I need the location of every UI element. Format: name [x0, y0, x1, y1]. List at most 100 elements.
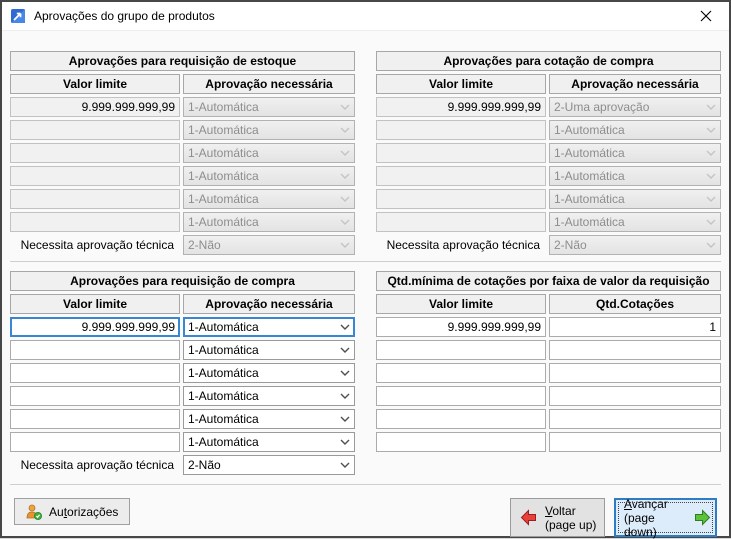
panel-title: Aprovações para cotação de compra — [376, 51, 721, 71]
chevron-down-icon — [340, 219, 350, 225]
panel-qtd-cotacoes: Qtd.mínima de cotações por faixa de valo… — [376, 271, 721, 475]
valor-limite-input[interactable] — [376, 432, 546, 452]
valor-limite-input[interactable] — [376, 363, 546, 383]
avancar-button[interactable]: Avançar (page down) — [614, 498, 717, 537]
panel-title: Aprovações para requisição de compra — [10, 271, 355, 291]
combo-value: 1-Automática — [554, 192, 706, 206]
valor-limite-input[interactable] — [10, 409, 180, 429]
voltar-button[interactable]: Voltar (page up) — [510, 498, 605, 537]
table-row: 1-Automática — [10, 212, 355, 232]
chevron-down-icon — [706, 150, 716, 156]
valor-limite-input — [10, 120, 180, 140]
panel-aprovacoes-compra: Aprovações para requisição de compra Val… — [10, 271, 355, 475]
chevron-down-icon — [706, 104, 716, 110]
col-header-valor-limite: Valor limite — [376, 74, 546, 94]
qtd-cotacoes-input[interactable] — [549, 317, 721, 337]
aprovacao-necessaria-select: 1-Automática — [183, 212, 355, 232]
table-row: 1-Automática — [10, 143, 355, 163]
autorizacoes-label: Autorizações — [49, 505, 118, 519]
combo-value: 1-Automática — [554, 169, 706, 183]
col-header-aprovacao: Aprovação necessária — [183, 74, 355, 94]
valor-limite-input — [376, 143, 546, 163]
table-row: 1-Automática — [10, 340, 355, 360]
combo-value: 1-Automática — [188, 215, 340, 229]
qtd-cotacoes-input[interactable] — [549, 340, 721, 360]
table-row: 1-Automática — [376, 189, 721, 209]
valor-limite-input[interactable] — [376, 317, 546, 337]
valor-limite-input — [376, 166, 546, 186]
title-bar: Aprovações do grupo de produtos — [2, 2, 729, 31]
arrow-right-icon — [694, 509, 711, 526]
aprovacao-necessaria-select: 1-Automática — [183, 166, 355, 186]
combo-value: 2-Não — [554, 238, 706, 252]
close-button[interactable] — [683, 2, 729, 30]
chevron-down-icon — [340, 439, 350, 445]
aprovacao-necessaria-select[interactable]: 1-Automática — [183, 363, 355, 383]
table-row: 1-Automática — [10, 317, 355, 337]
chevron-down-icon — [340, 324, 350, 330]
dialog-content: Aprovações para requisição de estoque Va… — [2, 31, 729, 537]
column-headers: Valor limite Qtd.Cotações — [376, 294, 721, 314]
valor-limite-input[interactable] — [10, 432, 180, 452]
footer-bar: Autorizações Voltar (page up) Avançar (p… — [10, 485, 721, 537]
col-header-aprovacao: Aprovação necessária — [549, 74, 721, 94]
table-row — [376, 409, 721, 429]
aprovacao-necessaria-select[interactable]: 1-Automática — [183, 409, 355, 429]
valor-limite-input[interactable] — [376, 386, 546, 406]
combo-value: 1-Automática — [188, 343, 340, 357]
combo-value: 1-Automática — [188, 412, 340, 426]
combo-value: 2-Não — [188, 238, 340, 252]
valor-limite-input — [10, 212, 180, 232]
qtd-cotacoes-input[interactable] — [549, 386, 721, 406]
chevron-down-icon — [706, 196, 716, 202]
qtd-cotacoes-input[interactable] — [549, 432, 721, 452]
combo-value: 1-Automática — [188, 123, 340, 137]
combo-value: 1-Automática — [188, 192, 340, 206]
aprovacao-necessaria-select: 1-Automática — [183, 189, 355, 209]
chevron-down-icon — [706, 219, 716, 225]
window-title: Aprovações do grupo de produtos — [34, 9, 215, 23]
bottom-panels-row: Aprovações para requisição de compra Val… — [10, 271, 721, 475]
column-headers: Valor limite Aprovação necessária — [10, 294, 355, 314]
qtd-cotacoes-input[interactable] — [549, 363, 721, 383]
table-row — [376, 363, 721, 383]
combo-value: 1-Automática — [188, 320, 340, 334]
valor-limite-input[interactable] — [10, 317, 180, 337]
tech-approval-select: 2-Não — [183, 235, 355, 255]
valor-limite-input[interactable] — [10, 386, 180, 406]
valor-limite-input[interactable] — [376, 409, 546, 429]
autorizacoes-button[interactable]: Autorizações — [14, 498, 130, 525]
aprovacao-necessaria-select: 1-Automática — [549, 143, 721, 163]
aprovacao-necessaria-select[interactable]: 1-Automática — [183, 340, 355, 360]
chevron-down-icon — [340, 150, 350, 156]
panel-aprovacoes-cotacao: Aprovações para cotação de compra Valor … — [376, 51, 721, 255]
table-row: 1-Automática — [10, 363, 355, 383]
table-row: 1-Automática — [10, 409, 355, 429]
tech-approval-label: Necessita aprovação técnica — [10, 235, 180, 255]
combo-value: 1-Automática — [554, 215, 706, 229]
aprovacao-necessaria-select: 1-Automática — [549, 189, 721, 209]
valor-limite-input[interactable] — [376, 340, 546, 360]
tech-approval-row: Necessita aprovação técnica 2-Não — [10, 455, 355, 475]
aprovacao-necessaria-select[interactable]: 1-Automática — [183, 432, 355, 452]
col-header-qtd-cotacoes: Qtd.Cotações — [549, 294, 721, 314]
top-panels-row: Aprovações para requisição de estoque Va… — [10, 51, 721, 255]
valor-limite-input — [10, 189, 180, 209]
dialog-window: Aprovações do grupo de produtos Aprovaçõ… — [0, 0, 731, 538]
aprovacao-necessaria-select[interactable]: 1-Automática — [183, 386, 355, 406]
valor-limite-input — [376, 189, 546, 209]
chevron-down-icon — [340, 347, 350, 353]
aprovacao-necessaria-select: 2-Uma aprovação — [549, 97, 721, 117]
tech-approval-select[interactable]: 2-Não — [183, 455, 355, 475]
valor-limite-input[interactable] — [10, 340, 180, 360]
qtd-cotacoes-input[interactable] — [549, 409, 721, 429]
valor-limite-input — [10, 143, 180, 163]
voltar-label: Voltar (page up) — [545, 504, 596, 532]
aprovacao-necessaria-select[interactable]: 1-Automática — [183, 317, 355, 337]
chevron-down-icon — [340, 196, 350, 202]
valor-limite-input — [10, 97, 180, 117]
chevron-down-icon — [706, 127, 716, 133]
combo-value: 1-Automática — [188, 366, 340, 380]
chevron-down-icon — [340, 416, 350, 422]
valor-limite-input[interactable] — [10, 363, 180, 383]
